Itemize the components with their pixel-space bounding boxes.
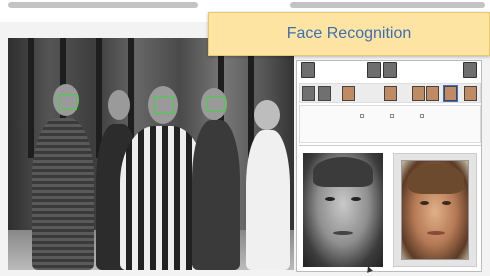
eye (351, 197, 361, 201)
matched-face-image (401, 160, 469, 260)
title-text: Face Recognition (286, 25, 412, 42)
gallery-row (299, 62, 481, 80)
checkbox[interactable] (420, 113, 425, 118)
hair (408, 164, 464, 194)
person-head (108, 90, 130, 120)
mouth (427, 231, 445, 235)
checkbox[interactable] (360, 113, 365, 118)
title-banner: Face Recognition (208, 12, 490, 56)
cropped-text (290, 2, 485, 8)
match-info-box (299, 105, 481, 143)
cropped-text (8, 2, 198, 8)
face-detection-box (154, 96, 174, 114)
video-feed (8, 38, 294, 270)
candidate-thumbnail[interactable] (302, 86, 315, 101)
gallery-thumbnail[interactable] (301, 62, 315, 78)
hair (313, 157, 373, 187)
eye (325, 197, 335, 201)
matched-face-card (393, 153, 477, 267)
mouth (333, 231, 353, 235)
face-detection-box (59, 94, 77, 110)
candidate-thumbnail[interactable] (464, 86, 477, 101)
candidate-thumbnail-selected[interactable] (443, 85, 458, 102)
person (32, 118, 94, 270)
recognition-panel (296, 60, 482, 272)
divider (299, 145, 481, 146)
candidate-thumbnail[interactable] (384, 86, 397, 101)
checkbox[interactable] (390, 113, 395, 118)
eye (420, 201, 429, 205)
face-detection-box (207, 96, 225, 112)
candidate-thumbnail[interactable] (342, 86, 355, 101)
candidate-thumbnail[interactable] (412, 86, 425, 101)
gallery-thumbnail[interactable] (383, 62, 397, 78)
candidate-row (299, 83, 481, 103)
candidate-thumbnail[interactable] (318, 86, 331, 101)
person (192, 120, 240, 270)
candidate-thumbnail[interactable] (426, 86, 439, 101)
person (246, 130, 290, 270)
background-pillar (28, 38, 34, 158)
gallery-thumbnail[interactable] (367, 62, 381, 78)
person-head (254, 100, 280, 130)
gallery-thumbnail[interactable] (463, 62, 477, 78)
probe-face-image (303, 153, 383, 267)
eye (442, 201, 451, 205)
